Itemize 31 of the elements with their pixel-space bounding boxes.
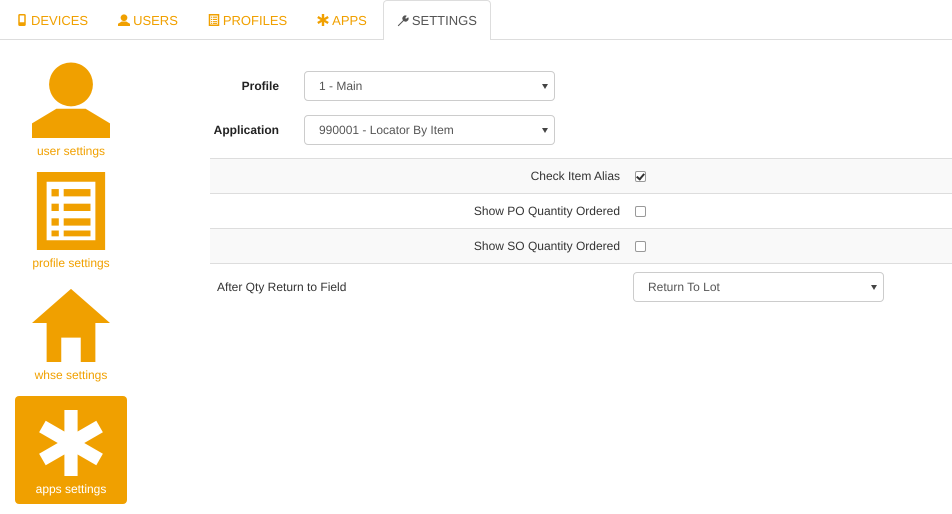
field-label: Application (212, 123, 279, 137)
checkbox[interactable] (635, 240, 646, 252)
sidebar-item[interactable]: user settings (15, 60, 127, 160)
asterisk-icon (317, 14, 330, 26)
setting-label: Show SO Quantity Ordered (472, 239, 620, 253)
field-label: Profile (240, 79, 279, 93)
tab[interactable]: DEVICES (2, 0, 102, 39)
sidebar-item[interactable]: profile settings (15, 172, 127, 272)
user-icon (118, 14, 130, 26)
dropdown[interactable]: Return To Lot (633, 272, 884, 302)
tab[interactable]: PROFILES (194, 0, 302, 39)
tab[interactable]: USERS (104, 0, 192, 39)
tab[interactable]: SETTINGS (382, 0, 491, 40)
tab[interactable]: APPS (303, 0, 381, 39)
dropdown[interactable]: 990001 - Locator By Item (304, 115, 555, 145)
sidebar-item[interactable]: whse settings (15, 284, 127, 384)
caret-icon (871, 285, 877, 290)
caret-icon (542, 128, 548, 133)
caret-icon (542, 84, 548, 89)
setting-label: Show PO Quantity Ordered (472, 204, 620, 218)
setting-label: Check Item Alias (530, 169, 620, 183)
phone-icon (16, 14, 28, 26)
dropdown[interactable]: 1 - Main (304, 71, 555, 101)
checkbox[interactable] (635, 206, 646, 216)
wrench-icon (396, 14, 409, 26)
list-icon (208, 14, 220, 26)
sidebar-item[interactable]: apps settings (15, 396, 127, 504)
setting-label: After Qty Return to Field (216, 280, 346, 294)
checkbox[interactable] (635, 170, 646, 182)
asterisk-icon (38, 410, 104, 476)
user-icon (32, 60, 110, 138)
